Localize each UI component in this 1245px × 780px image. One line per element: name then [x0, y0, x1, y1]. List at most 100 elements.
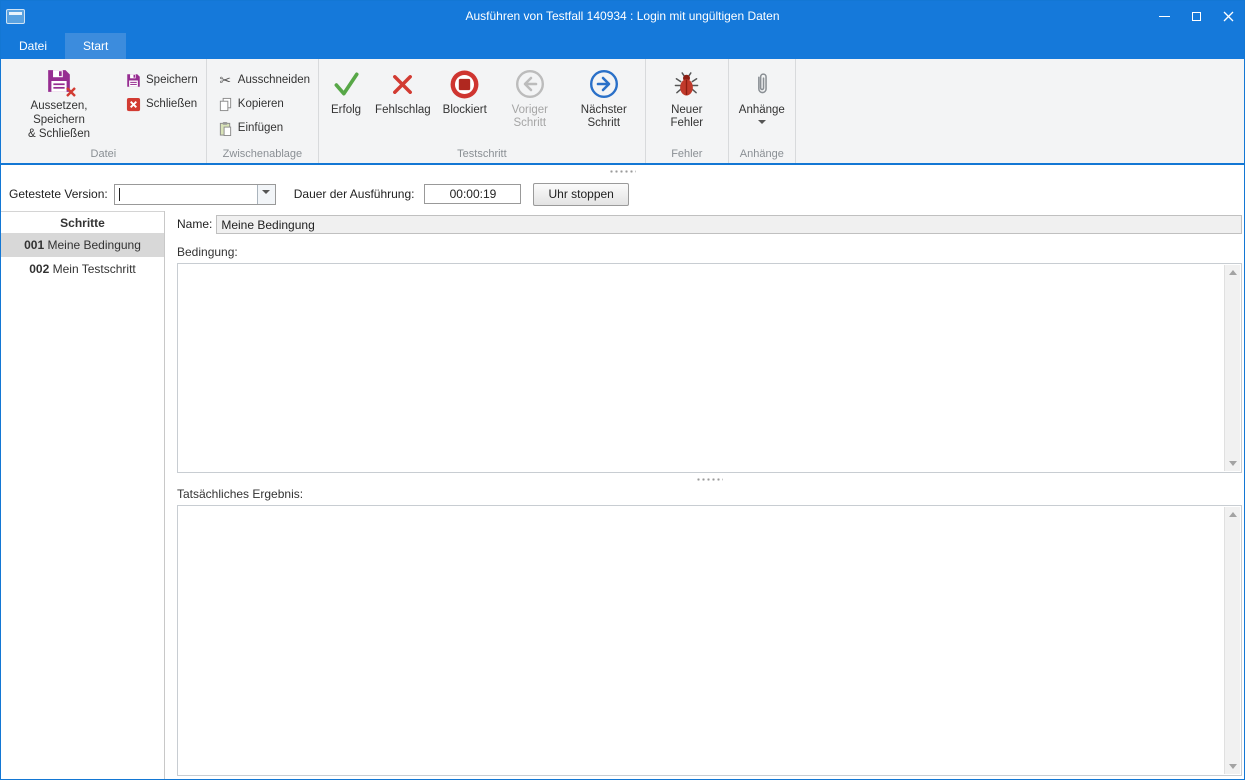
scroll-up-icon[interactable]	[1229, 508, 1237, 517]
red-x-badge-icon	[65, 86, 77, 98]
blockiert-button[interactable]: Blockiert	[437, 62, 493, 117]
step-label: Mein Testschritt	[53, 262, 136, 276]
bedingung-label: Bedingung:	[177, 245, 1242, 259]
voriger-schritt-button[interactable]: Voriger Schritt	[493, 62, 567, 130]
fehlschlag-button[interactable]: Fehlschlag	[369, 62, 437, 117]
ribbon-tab-bar: Datei Start	[1, 31, 1244, 59]
einfuegen-label: Einfügen	[238, 122, 283, 134]
fehlschlag-label: Fehlschlag	[375, 104, 431, 117]
minimize-button[interactable]	[1148, 1, 1180, 31]
group-label-zwischenablage: Zwischenablage	[211, 147, 314, 163]
group-label-fehler: Fehler	[650, 147, 724, 163]
ribbon-group-anhaenge: Anhänge Anhänge	[729, 59, 796, 163]
datei-small-buttons: Speichern Schließen	[121, 68, 202, 116]
erfolg-button[interactable]: Erfolg	[323, 62, 369, 117]
ribbon-group-zwischenablage: ✂ Ausschneiden Kopieren	[207, 59, 319, 163]
step-item-001[interactable]: 001 Meine Bedingung	[1, 233, 164, 257]
duration-input[interactable]	[424, 184, 521, 204]
paperclip-icon	[753, 66, 771, 102]
step-number: 002	[29, 262, 49, 276]
blockiert-label: Blockiert	[443, 104, 487, 117]
neuer-fehler-label: Neuer Fehler	[656, 104, 718, 130]
step-number: 001	[24, 238, 44, 252]
speichern-label: Speichern	[146, 74, 198, 86]
stop-icon	[449, 66, 480, 102]
naechster-schritt-label: Nächster Schritt	[573, 104, 635, 130]
drag-dots-icon	[696, 478, 723, 481]
speichern-button[interactable]: Speichern	[121, 68, 202, 92]
duration-label: Dauer der Ausführung:	[294, 187, 415, 201]
ribbon: Aussetzen, Speichern & Schließen	[1, 59, 1244, 165]
ausschneiden-button[interactable]: ✂ Ausschneiden	[213, 68, 314, 92]
bug-icon	[673, 66, 700, 102]
stop-clock-button[interactable]: Uhr stoppen	[533, 183, 628, 206]
tab-datei[interactable]: Datei	[1, 33, 65, 59]
ergebnis-scrollbar[interactable]	[1224, 507, 1240, 774]
drag-dots-icon	[609, 170, 636, 173]
name-field[interactable]: Meine Bedingung	[216, 215, 1242, 234]
suspend-save-close-label: Aussetzen, Speichern & Schließen	[9, 100, 109, 141]
erfolg-label: Erfolg	[331, 104, 361, 117]
ribbon-group-datei: Aussetzen, Speichern & Schließen	[1, 59, 207, 163]
combo-dropdown-button[interactable]	[257, 185, 275, 204]
group-label-testschritt: Testschritt	[323, 147, 641, 163]
bedingung-scrollbar[interactable]	[1224, 265, 1240, 471]
next-arrow-icon	[589, 66, 619, 102]
titlebar: Ausführen von Testfall 140934 : Login mi…	[1, 1, 1244, 31]
anhaenge-label: Anhänge	[739, 104, 785, 117]
ribbon-collapse-handle[interactable]	[1, 165, 1244, 177]
step-label: Meine Bedingung	[47, 238, 140, 252]
scroll-up-icon[interactable]	[1229, 266, 1237, 275]
text-cursor	[119, 188, 120, 201]
window-title: Ausführen von Testfall 140934 : Login mi…	[1, 9, 1244, 23]
group-label-anhaenge: Anhänge	[733, 147, 791, 163]
voriger-schritt-label: Voriger Schritt	[499, 104, 561, 130]
naechster-schritt-button[interactable]: Nächster Schritt	[567, 62, 641, 130]
tab-start[interactable]: Start	[65, 33, 126, 59]
einfuegen-button[interactable]: Einfügen	[213, 116, 314, 140]
anhaenge-button[interactable]: Anhänge	[733, 62, 791, 128]
copy-icon	[217, 97, 234, 112]
step-item-002[interactable]: 002 Mein Testschritt	[1, 257, 164, 281]
group-label-datei: Datei	[5, 147, 202, 163]
name-label: Name:	[177, 217, 212, 231]
minimize-icon	[1159, 16, 1170, 17]
chevron-down-icon	[262, 190, 270, 198]
app-icon[interactable]	[6, 9, 25, 24]
save-close-icon	[46, 66, 72, 96]
close-box-icon	[125, 97, 142, 112]
window-controls	[1148, 1, 1244, 31]
check-icon	[331, 66, 361, 102]
version-label: Getestete Version:	[9, 187, 108, 201]
ergebnis-textarea[interactable]	[177, 505, 1242, 776]
steps-header: Schritte	[1, 211, 164, 233]
kopieren-label: Kopieren	[238, 98, 284, 110]
panel-splitter[interactable]	[177, 473, 1242, 485]
kopieren-button[interactable]: Kopieren	[213, 92, 314, 116]
ribbon-group-fehler: Neuer Fehler Fehler	[646, 59, 729, 163]
content-area: Schritte 001 Meine Bedingung 002 Mein Te…	[1, 211, 1244, 779]
ausschneiden-label: Ausschneiden	[238, 74, 310, 86]
schliessen-button[interactable]: Schließen	[121, 92, 202, 116]
step-detail-panel: Name: Meine Bedingung Bedingung: Tatsäch…	[165, 211, 1244, 779]
scroll-down-icon[interactable]	[1229, 764, 1237, 773]
app-window: Ausführen von Testfall 140934 : Login mi…	[0, 0, 1245, 780]
maximize-button[interactable]	[1180, 1, 1212, 31]
close-icon	[1223, 11, 1234, 22]
scroll-down-icon[interactable]	[1229, 461, 1237, 470]
steps-sidebar: Schritte 001 Meine Bedingung 002 Mein Te…	[1, 211, 165, 779]
scissors-icon: ✂	[217, 73, 234, 87]
ergebnis-label: Tatsächliches Ergebnis:	[177, 487, 1242, 501]
execution-toolbar: Getestete Version: Dauer der Ausführung:…	[1, 177, 1244, 211]
suspend-save-close-button[interactable]: Aussetzen, Speichern & Schließen	[5, 62, 113, 141]
close-button[interactable]	[1212, 1, 1244, 31]
version-combobox[interactable]	[114, 184, 276, 205]
bedingung-textarea[interactable]	[177, 263, 1242, 473]
neuer-fehler-button[interactable]: Neuer Fehler	[650, 62, 724, 130]
ribbon-group-testschritt: Erfolg Fehlschlag	[319, 59, 646, 163]
save-icon	[125, 73, 142, 88]
paste-icon	[217, 121, 234, 136]
chevron-down-icon	[758, 120, 766, 128]
cross-icon	[389, 66, 416, 102]
maximize-icon	[1192, 12, 1201, 21]
